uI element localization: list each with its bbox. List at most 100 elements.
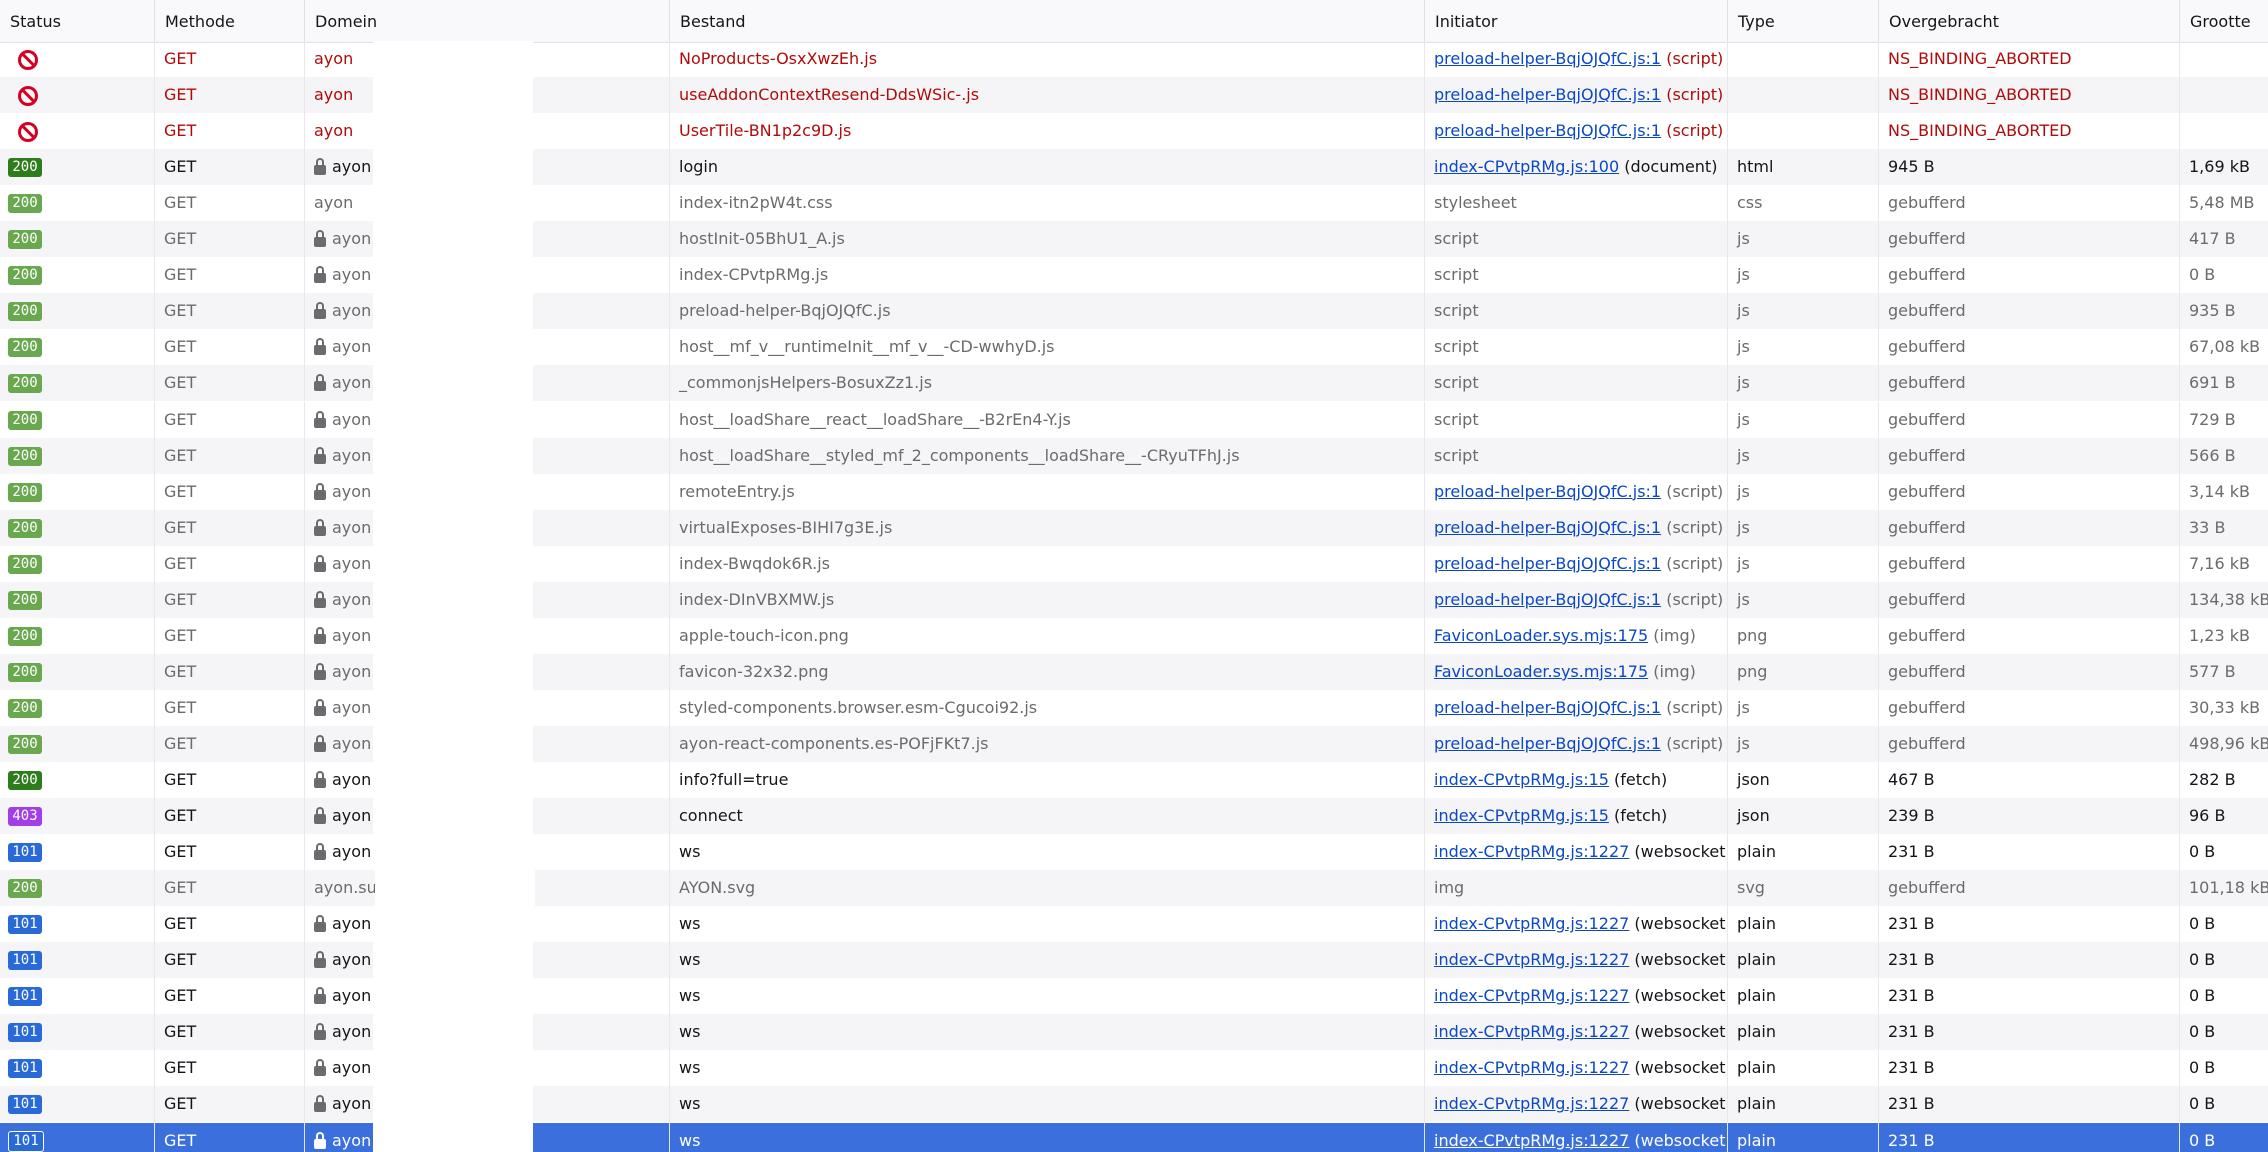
table-row[interactable]: 200 GET ayon. login index-CPvtpRMg.js:100 (d… [0, 149, 2268, 186]
domain-cell: ayon [305, 689, 670, 726]
type-cell: plain [1728, 1122, 1879, 1152]
column-header-file[interactable]: Bestand [670, 0, 1425, 43]
table-row[interactable]: 200 GET ayon index-DInVBXMW.js preload-helpe… [0, 581, 2268, 618]
type-cell: html [1728, 149, 1879, 186]
table-row[interactable]: 200 GET ayon remoteEntry.js preload-helper-B… [0, 473, 2268, 510]
initiator-link[interactable]: index-CPvtpRMg.js:1227 [1434, 1094, 1629, 1113]
initiator-cell: index-CPvtpRMg.js:100 (document) [1425, 149, 1728, 186]
table-row[interactable]: 101 GET ayon ws index-CPvtpRMg.js:1227 (webs… [0, 942, 2268, 979]
initiator-cell: index-CPvtpRMg.js:1227 (websocket) [1425, 1014, 1728, 1051]
initiator-cell: stylesheet [1425, 185, 1728, 222]
initiator-link[interactable]: preload-helper-BqjOJQfC.js:1 [1434, 49, 1661, 68]
table-row[interactable]: 200 GET ayon info?full=true index-CPvtpRMg.j… [0, 762, 2268, 798]
initiator-link[interactable]: FaviconLoader.sys.mjs:175 [1434, 626, 1648, 645]
initiator-link[interactable]: preload-helper-BqjOJQfC.js:1 [1434, 85, 1661, 104]
column-header-initiator[interactable]: Initiator [1425, 0, 1728, 43]
table-row[interactable]: 200 GET ayon index-Bwqdok6R.js preload-helpe… [0, 545, 2268, 582]
table-row[interactable]: 200 GET ayon host__mf_v__runtimeInit__mf_v_… [0, 329, 2268, 366]
initiator-link[interactable]: FaviconLoader.sys.mjs:175 [1434, 662, 1648, 681]
status-badge: 200 [8, 410, 42, 430]
table-row[interactable]: GET ayon UserTile-BN1p2c9D.js preload-helpe… [0, 113, 2268, 150]
table-row[interactable]: 200 GET ayon preload-helper-BqjOJQfC.js scri… [0, 293, 2268, 330]
transferred-cell: gebufferd [1879, 437, 2180, 474]
table-row[interactable]: 101 GET ayon ws index-CPvtpRMg.js:1227 (webs… [0, 978, 2268, 1015]
domain-text: ayon [332, 481, 372, 501]
column-header-domain[interactable]: Domein [305, 0, 670, 43]
table-row[interactable]: 200 GET ayon virtualExposes-BIHI7g3E.js prel… [0, 509, 2268, 546]
table-row[interactable]: 200 GET ayon apple-touch-icon.png FaviconLoa… [0, 617, 2268, 654]
table-row[interactable]: 101 GET ayon ws index-CPvtpRMg.js:1227 (webs… [0, 906, 2268, 943]
initiator-link[interactable]: preload-helper-BqjOJQfC.js:1 [1434, 590, 1661, 609]
table-row[interactable]: 101 GET ayon ws index-CPvtpRMg.js:1227 (webs… [0, 1050, 2268, 1087]
redacted-area [373, 41, 533, 77]
file-cell: connect [670, 798, 1425, 835]
table-row[interactable]: 200 GET ayon index-CPvtpRMg.js script js gebuf… [0, 257, 2268, 294]
domain-cell: ayon [305, 762, 670, 798]
table-row[interactable]: 101 GET ayon ws index-CPvtpRMg.js:1227 (webs… [0, 1086, 2268, 1123]
file-cell: ws [670, 906, 1425, 943]
domain-text: ayon [332, 1094, 372, 1114]
type-cell: plain [1728, 942, 1879, 979]
transferred-cell: gebufferd [1879, 221, 2180, 258]
type-cell: js [1728, 221, 1879, 258]
column-header-transferred[interactable]: Overgebracht [1879, 0, 2180, 43]
redacted-area [373, 113, 533, 150]
table-row[interactable]: 200 GET ayon _commonjsHelpers-BosuxZz1.js sc… [0, 365, 2268, 402]
column-header-type[interactable]: Type [1728, 0, 1879, 43]
file-cell: useAddonContextResend-DdsWSic-.js [670, 77, 1425, 114]
table-row[interactable]: 200 GET ayon hostInit-05BhU1_A.js script js ge… [0, 221, 2268, 258]
initiator-link[interactable]: preload-helper-BqjOJQfC.js:1 [1434, 482, 1661, 501]
table-row[interactable]: 200 GET ayon host__loadShare__react__loadSh… [0, 401, 2268, 438]
status-badge: 101 [8, 987, 42, 1007]
status-badge: 101 [8, 1059, 42, 1079]
table-row[interactable]: 200 GET ayon favicon-32x32.png FaviconLoader… [0, 653, 2268, 690]
table-row[interactable]: 200 GET ayon ayon-react-components.es-POFjF… [0, 725, 2268, 762]
table-row[interactable]: 200 GET ayon styled-components.browser.esm-… [0, 689, 2268, 726]
initiator-cell: preload-helper-BqjOJQfC.js:1 (script) [1425, 725, 1728, 762]
method-cell: GET [155, 834, 305, 871]
method-cell: GET [155, 762, 305, 798]
redacted-area [373, 473, 533, 510]
lock-icon [314, 230, 326, 248]
initiator-link[interactable]: index-CPvtpRMg.js:1227 [1434, 1131, 1629, 1150]
method-cell: GET [155, 906, 305, 943]
initiator-link[interactable]: index-CPvtpRMg.js:1227 [1434, 986, 1629, 1005]
initiator-link[interactable]: index-CPvtpRMg.js:1227 [1434, 950, 1629, 969]
table-row[interactable]: GET ayon useAddonContextResend-DdsWSic-.js… [0, 77, 2268, 114]
table-row[interactable]: 200 GET ayon host__loadShare__styled_mf_2_c… [0, 437, 2268, 474]
initiator-link[interactable]: index-CPvtpRMg.js:1227 [1434, 1022, 1629, 1041]
initiator-cell: preload-helper-BqjOJQfC.js:1 (script) [1425, 41, 1728, 77]
initiator-link[interactable]: preload-helper-BqjOJQfC.js:1 [1434, 554, 1661, 573]
method-cell: GET [155, 41, 305, 77]
initiator-link[interactable]: preload-helper-BqjOJQfC.js:1 [1434, 734, 1661, 753]
table-row[interactable]: GET ayon NoProducts-OsxXwzEh.js preload-hel… [0, 41, 2268, 77]
initiator-link[interactable]: index-CPvtpRMg.js:1227 [1434, 914, 1629, 933]
initiator-link[interactable]: preload-helper-BqjOJQfC.js:1 [1434, 121, 1661, 140]
table-row[interactable]: 101 GET ayon ws index-CPvtpRMg.js:1227 (webs… [0, 1122, 2268, 1152]
table-row[interactable]: 101 GET ayon ws index-CPvtpRMg.js:1227 (webs… [0, 834, 2268, 871]
initiator-link[interactable]: index-CPvtpRMg.js:100 [1434, 157, 1619, 176]
method-cell: GET [155, 329, 305, 366]
redacted-area [373, 978, 533, 1015]
status-badge: 200 [8, 698, 42, 718]
table-row[interactable]: 200 GET ayon index-itn2pW4t.css stylesheet cs… [0, 185, 2268, 222]
column-header-size[interactable]: Grootte [2180, 0, 2268, 43]
initiator-link[interactable]: index-CPvtpRMg.js:1227 [1434, 842, 1629, 861]
table-row[interactable]: 101 GET ayon ws index-CPvtpRMg.js:1227 (webs… [0, 1014, 2268, 1051]
initiator-cell: index-CPvtpRMg.js:1227 (websocket) [1425, 1086, 1728, 1123]
table-row[interactable]: 200 GET ayon.sub AYON.svg img svg gebufferd 101… [0, 870, 2268, 907]
initiator-link[interactable]: index-CPvtpRMg.js:1227 [1434, 1058, 1629, 1077]
domain-cell: ayon [305, 473, 670, 510]
column-header-status[interactable]: Status [0, 0, 155, 43]
initiator-link[interactable]: index-CPvtpRMg.js:15 [1434, 770, 1609, 789]
initiator-cause: (websocket) [1629, 914, 1728, 934]
initiator-cell: script [1425, 437, 1728, 474]
column-header-method[interactable]: Methode [155, 0, 305, 43]
table-row[interactable]: 403 GET ayon connect index-CPvtpRMg.js:15 (f… [0, 798, 2268, 835]
type-cell: js [1728, 437, 1879, 474]
initiator-link[interactable]: index-CPvtpRMg.js:15 [1434, 806, 1609, 825]
initiator-link[interactable]: preload-helper-BqjOJQfC.js:1 [1434, 698, 1661, 717]
size-cell: 101,18 kB [2189, 878, 2268, 898]
initiator-cell: script [1425, 257, 1728, 294]
initiator-link[interactable]: preload-helper-BqjOJQfC.js:1 [1434, 518, 1661, 537]
